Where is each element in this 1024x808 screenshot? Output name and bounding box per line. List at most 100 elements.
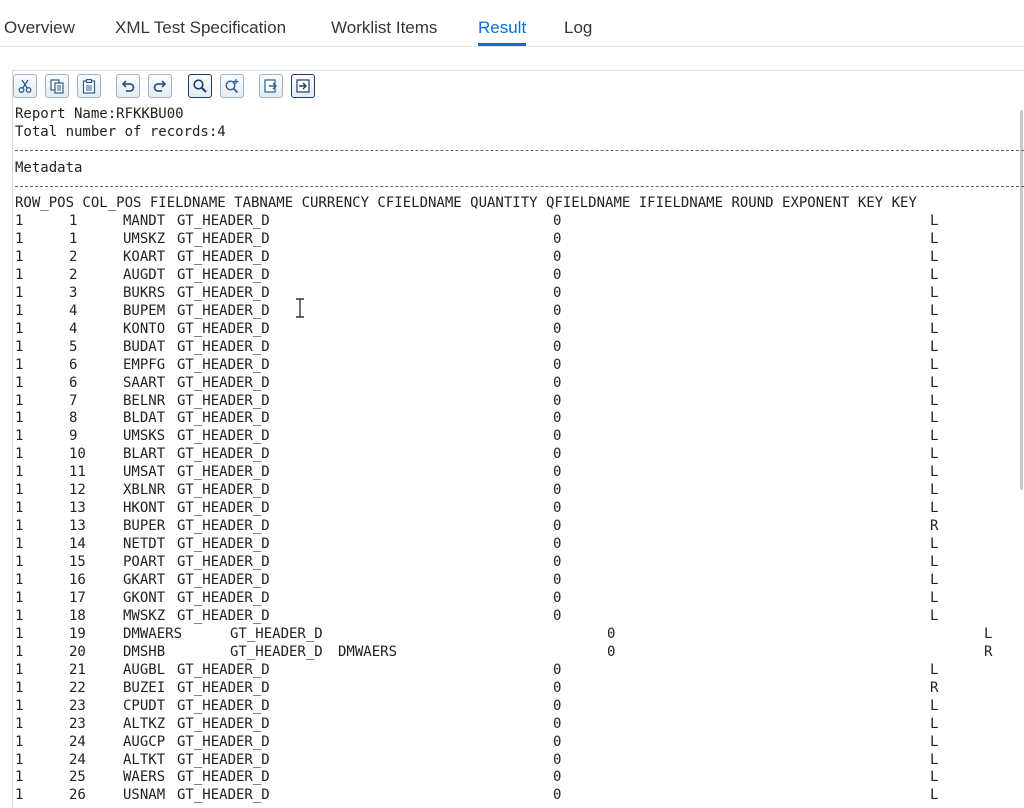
cell-col-pos: 16 <box>69 572 86 588</box>
cell-fieldname: UMSKS <box>123 428 166 445</box>
cell-col-pos: 6 <box>69 356 78 373</box>
table-row: 1 7 BELNR GT_HEADER_D 0 L <box>15 392 1024 410</box>
cell-fieldname: BLDAT <box>123 410 166 427</box>
cell-tabname: GT_HEADER_D <box>177 428 270 445</box>
cell-row-pos: 1 <box>15 284 24 301</box>
cell-col-pos: 23 <box>69 715 86 732</box>
table-row: 1 4 KONTO GT_HEADER_D 0 L <box>15 320 1024 338</box>
cell-quantity: 0 <box>553 392 562 409</box>
cell-row-pos: 1 <box>15 482 24 499</box>
cell-quantity: 0 <box>553 230 562 247</box>
cell-col-pos: 1 <box>69 213 78 229</box>
cell-key: R <box>930 679 939 696</box>
cell-row-pos: 1 <box>15 518 24 535</box>
cut-icon[interactable] <box>13 74 37 98</box>
table-row: 1 21 AUGBL GT_HEADER_D 0 L <box>15 661 1024 679</box>
cell-key: L <box>930 572 939 588</box>
table-row: 1 13 HKONT GT_HEADER_D 0 L <box>15 499 1024 517</box>
table-row: 1 23 CPUDT GT_HEADER_D 0 L <box>15 697 1024 715</box>
cell-tabname: GT_HEADER_D <box>230 643 323 660</box>
cell-key: L <box>930 338 939 355</box>
cell-fieldname: BLART <box>123 446 166 463</box>
cell-col-pos: 26 <box>69 787 86 804</box>
cell-key: L <box>930 697 939 714</box>
cell-col-pos: 4 <box>69 320 78 337</box>
cell-fieldname: UMSAT <box>123 464 166 481</box>
cell-col-pos: 1 <box>69 230 78 247</box>
cell-key: L <box>930 482 939 499</box>
cell-fieldname: KOART <box>123 248 166 265</box>
separator-line <box>15 186 1024 187</box>
table-row: 1 13 BUPER GT_HEADER_D 0 R <box>15 517 1024 535</box>
cell-key: L <box>930 733 939 750</box>
tab-log[interactable]: Log <box>564 18 592 46</box>
cell-tabname: GT_HEADER_D <box>177 787 270 804</box>
cell-fieldname: MWSKZ <box>123 607 166 624</box>
cell-fieldname: GKONT <box>123 589 166 606</box>
table-row: 1 8 BLDAT GT_HEADER_D 0 L <box>15 409 1024 427</box>
cell-row-pos: 1 <box>15 643 24 660</box>
cell-quantity: 0 <box>553 500 562 517</box>
save-local-icon[interactable] <box>259 74 283 98</box>
cell-tabname: GT_HEADER_D <box>177 338 270 355</box>
cell-row-pos: 1 <box>15 428 24 445</box>
cell-col-pos: 22 <box>69 679 86 696</box>
cell-row-pos: 1 <box>15 266 24 283</box>
tab-result[interactable]: Result <box>478 18 527 46</box>
cell-fieldname: BELNR <box>123 392 166 409</box>
cell-key: L <box>930 356 939 373</box>
cell-tabname: GT_HEADER_D <box>177 589 270 606</box>
cell-col-pos: 11 <box>69 464 86 481</box>
cell-col-pos: 4 <box>69 302 78 319</box>
cell-key: L <box>930 230 939 247</box>
cell-row-pos: 1 <box>15 733 24 750</box>
cell-col-pos: 9 <box>69 428 78 445</box>
table-row: 1 10 BLART GT_HEADER_D 0 L <box>15 445 1024 463</box>
column-header-line: ROW_POS COL_POS FIELDNAME TABNAME CURREN… <box>15 195 917 211</box>
cell-key: L <box>930 266 939 283</box>
cell-row-pos: 1 <box>15 410 24 427</box>
tab-xml-test-specification[interactable]: XML Test Specification <box>115 18 286 46</box>
cell-row-pos: 1 <box>15 787 24 804</box>
report-name-line: Report Name:RFKKBU00 <box>15 106 184 122</box>
cell-fieldname: XBLNR <box>123 482 166 499</box>
cell-col-pos: 3 <box>69 284 78 301</box>
cell-quantity: 0 <box>553 518 562 535</box>
cell-tabname: GT_HEADER_D <box>177 410 270 427</box>
cell-row-pos: 1 <box>15 464 24 481</box>
redo-icon[interactable] <box>148 74 172 98</box>
cell-tabname: GT_HEADER_D <box>177 500 270 517</box>
cell-tabname: GT_HEADER_D <box>177 464 270 481</box>
cell-fieldname: BUDAT <box>123 338 166 355</box>
paste-icon[interactable] <box>77 74 101 98</box>
cell-col-pos: 15 <box>69 554 86 571</box>
cell-row-pos: 1 <box>15 230 24 247</box>
find-icon[interactable] <box>188 74 212 98</box>
cell-tabname: GT_HEADER_D <box>177 554 270 571</box>
cell-col-pos: 24 <box>69 751 86 768</box>
cell-fieldname: ALTKZ <box>123 715 166 732</box>
cell-key: L <box>930 428 939 445</box>
cell-col-pos: 8 <box>69 410 78 427</box>
load-local-icon[interactable] <box>291 74 315 98</box>
cell-col-pos: 17 <box>69 589 86 606</box>
tab-overview[interactable]: Overview <box>4 18 75 46</box>
copy-icon[interactable] <box>45 74 69 98</box>
cell-col-pos: 20 <box>69 643 86 660</box>
editor-toolbar <box>12 72 1024 100</box>
cell-tabname: GT_HEADER_D <box>177 284 270 301</box>
cell-col-pos: 13 <box>69 500 86 517</box>
total-records-line: Total number of records:4 <box>15 124 226 140</box>
find-next-icon[interactable] <box>220 74 244 98</box>
cell-quantity: 0 <box>553 428 562 445</box>
separator-line <box>15 150 1024 151</box>
cell-quantity: 0 <box>553 320 562 337</box>
cell-fieldname: CPUDT <box>123 697 166 714</box>
cell-quantity: 0 <box>553 374 562 391</box>
undo-icon[interactable] <box>116 74 140 98</box>
cell-tabname: GT_HEADER_D <box>177 302 270 319</box>
cell-quantity: 0 <box>553 769 562 786</box>
cell-fieldname: EMPFG <box>123 356 166 373</box>
report-text-area[interactable]: Report Name:RFKKBU00 Total number of rec… <box>15 105 1024 807</box>
tab-worklist-items[interactable]: Worklist Items <box>331 18 437 46</box>
